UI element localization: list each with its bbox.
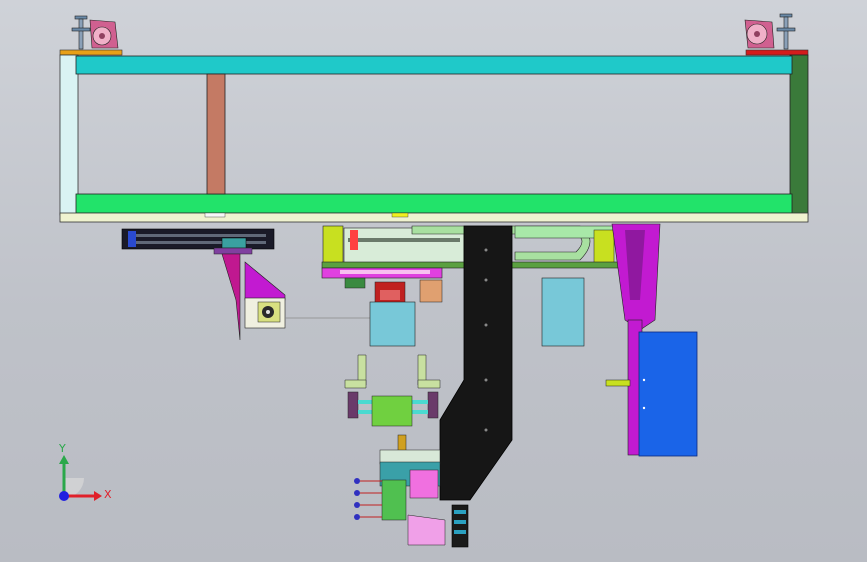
lift-arm	[439, 225, 513, 548]
control-box	[638, 331, 698, 457]
main-frame	[59, 54, 809, 223]
cable-connectors	[354, 478, 382, 520]
caster-left	[59, 15, 123, 56]
bottom-motor-unit	[354, 434, 446, 546]
axis-y-label: Y	[59, 442, 66, 455]
caster-right	[744, 13, 809, 56]
gripper-assembly	[344, 354, 441, 427]
coordinate-triad	[59, 455, 102, 501]
axis-x-label: X	[104, 488, 112, 501]
cad-viewport[interactable]: Y X	[0, 0, 867, 562]
machine-assembly-drawing[interactable]	[0, 0, 867, 562]
left-linear-actuator	[121, 228, 275, 255]
